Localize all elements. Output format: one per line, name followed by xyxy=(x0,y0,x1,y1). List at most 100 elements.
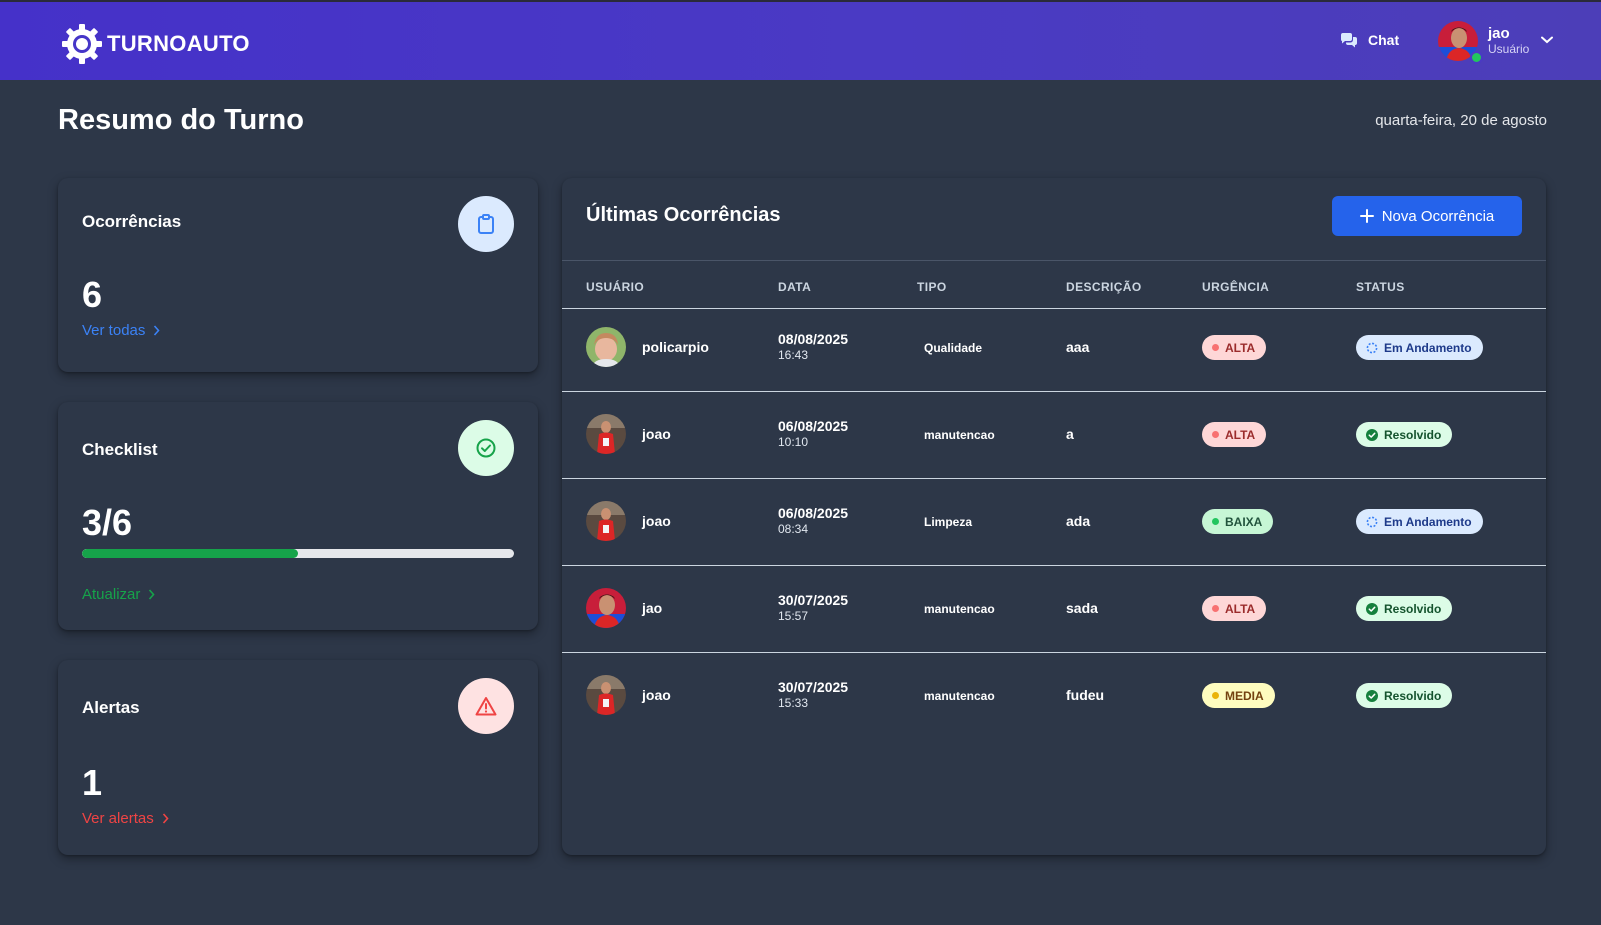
row-avatar xyxy=(586,588,626,628)
date-cell: 06/08/2025 10:10 xyxy=(778,418,848,449)
header-urgency: URGÊNCIA xyxy=(1202,280,1270,294)
row-type: manutencao xyxy=(924,428,995,442)
row-date: 06/08/2025 xyxy=(778,418,849,434)
status-label: Em Andamento xyxy=(1384,514,1472,529)
row-description: a xyxy=(1066,426,1074,442)
row-avatar xyxy=(586,675,626,715)
row-user-name: joao xyxy=(642,426,671,442)
header-date: DATA xyxy=(778,280,812,294)
header-type: TIPO xyxy=(917,280,947,294)
urgency-badge: ALTA xyxy=(1202,335,1267,360)
view-all-link[interactable]: Ver todas xyxy=(82,322,160,339)
urgency-dot xyxy=(1212,692,1219,699)
table-row[interactable]: joao 06/08/2025 10:10 manutencao a ALTA Resolv… xyxy=(562,390,1546,479)
header-user: USUÁRIO xyxy=(586,280,645,294)
status-label: Resolvido xyxy=(1384,427,1442,442)
urgency-dot xyxy=(1212,605,1219,612)
user-cell: joao xyxy=(586,675,671,715)
table-row[interactable]: joao 06/08/2025 08:34 Limpeza ada BAIXA Em And… xyxy=(562,477,1546,566)
view-alerts-link[interactable]: Ver alertas xyxy=(82,810,169,827)
urgency-badge: BAIXA xyxy=(1202,509,1274,534)
row-avatar xyxy=(586,414,626,454)
alerts-count: 1 xyxy=(82,762,103,803)
user-cell: jao xyxy=(586,588,662,628)
urgency-badge: ALTA xyxy=(1202,422,1267,447)
update-link[interactable]: Atualizar xyxy=(82,586,155,603)
chevron-right-icon xyxy=(162,813,169,824)
urgency-badge: ALTA xyxy=(1202,596,1267,621)
view-all-label: Ver todas xyxy=(82,322,146,339)
checklist-progress-bar xyxy=(82,549,514,558)
urgency-dot xyxy=(1212,344,1219,351)
user-cell: joao xyxy=(586,501,671,541)
view-alerts-label: Ver alertas xyxy=(82,810,154,827)
status-label: Em Andamento xyxy=(1384,340,1472,355)
update-label: Atualizar xyxy=(82,586,141,603)
alerts-card: Alertas 1 Ver alertas xyxy=(58,660,538,855)
table-row[interactable]: jao 30/07/2025 15:57 manutencao sada ALTA Reso… xyxy=(562,564,1546,653)
user-cell: policarpio xyxy=(586,327,709,367)
urgency-badge: MEDIA xyxy=(1202,683,1275,708)
date-cell: 30/07/2025 15:33 xyxy=(778,679,848,710)
checklist-card: Checklist 3/6 Atualizar xyxy=(58,402,538,630)
row-user-name: joao xyxy=(642,513,671,529)
row-time: 15:57 xyxy=(778,608,809,623)
latest-occurrences-card: Últimas Ocorrências Nova Ocorrência USUÁ… xyxy=(562,178,1546,855)
date-cell: 30/07/2025 15:57 xyxy=(778,592,848,623)
urgency-dot xyxy=(1212,518,1219,525)
online-status-dot xyxy=(1470,51,1483,64)
row-description: ada xyxy=(1066,513,1091,529)
header-status: STATUS xyxy=(1356,280,1405,294)
alerts-icon-badge xyxy=(458,678,514,734)
row-time: 08:34 xyxy=(778,521,809,536)
check-circle-icon xyxy=(1366,689,1378,702)
table-row[interactable]: joao 30/07/2025 15:33 manutencao fudeu MEDIA R… xyxy=(562,651,1546,740)
user-menu[interactable]: jao Usuário xyxy=(1438,21,1554,64)
user-name: jao xyxy=(1488,25,1510,43)
current-date: quarta-feira, 20 de agosto xyxy=(1375,112,1547,129)
date-cell: 06/08/2025 08:34 xyxy=(778,505,848,536)
brand[interactable]: TURNOAUTO xyxy=(60,22,250,66)
gear-logo-icon xyxy=(62,24,102,64)
row-time: 10:10 xyxy=(778,434,809,449)
urgency-label: BAIXA xyxy=(1225,514,1263,529)
urgency-label: ALTA xyxy=(1225,601,1256,616)
user-cell: joao xyxy=(586,414,671,454)
new-occurrence-button[interactable]: Nova Ocorrência xyxy=(1332,196,1522,236)
urgency-label: MEDIA xyxy=(1225,688,1264,703)
status-badge: Resolvido xyxy=(1356,596,1453,621)
clipboard-icon xyxy=(478,214,494,234)
chat-label: Chat xyxy=(1368,32,1400,48)
occurrences-icon-badge xyxy=(458,196,514,252)
row-description: fudeu xyxy=(1066,687,1105,703)
alert-triangle-icon xyxy=(475,697,497,716)
header-description: DESCRIÇÃO xyxy=(1066,280,1142,294)
checklist-icon-badge xyxy=(458,420,514,476)
new-occurrence-label: Nova Ocorrência xyxy=(1381,207,1495,225)
top-navbar: TURNOAUTO Chat jao Usuário xyxy=(0,0,1601,80)
check-circle-icon xyxy=(476,438,496,458)
user-role: Usuário xyxy=(1488,41,1530,56)
chevron-down-icon xyxy=(1541,36,1554,44)
date-cell: 08/08/2025 16:43 xyxy=(778,331,848,362)
occurrences-title: Ocorrências xyxy=(82,212,182,231)
page-title: Resumo do Turno xyxy=(58,104,304,136)
status-label: Resolvido xyxy=(1384,601,1442,616)
row-time: 15:33 xyxy=(778,695,809,710)
table-row[interactable]: policarpio 08/08/2025 16:43 Qualidade aaa ALT… xyxy=(562,303,1546,392)
row-date: 30/07/2025 xyxy=(778,679,849,695)
chat-icon xyxy=(1341,32,1357,47)
chevron-right-icon xyxy=(149,589,155,600)
status-label: Resolvido xyxy=(1384,688,1442,703)
check-circle-icon xyxy=(1366,428,1378,441)
row-date: 06/08/2025 xyxy=(778,505,849,521)
plus-icon xyxy=(1359,209,1374,223)
table-header: USUÁRIO DATA TIPO DESCRIÇÃO URGÊNCIA STA… xyxy=(562,260,1546,309)
row-user-name: jao xyxy=(642,600,663,616)
latest-occurrences-title: Últimas Ocorrências xyxy=(586,204,781,226)
chat-button[interactable]: Chat xyxy=(1340,32,1399,48)
checklist-title: Checklist xyxy=(82,440,158,459)
row-type: Limpeza xyxy=(924,515,973,529)
spinner-icon xyxy=(1366,342,1378,353)
row-type: manutencao xyxy=(924,602,995,616)
